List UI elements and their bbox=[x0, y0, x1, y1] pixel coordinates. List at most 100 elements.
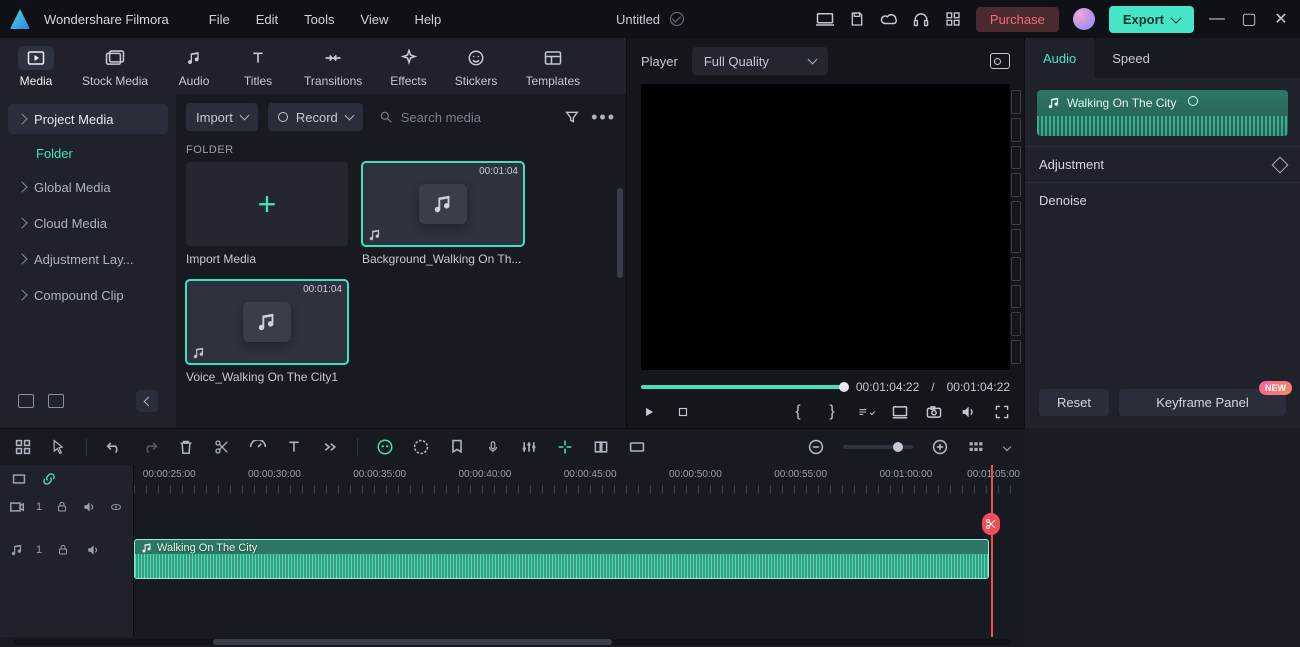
volume-button[interactable] bbox=[960, 404, 976, 420]
timeline-scrollbar[interactable] bbox=[14, 639, 1011, 645]
marker-tool-icon[interactable] bbox=[448, 438, 466, 456]
new-bin-icon[interactable] bbox=[18, 394, 34, 408]
link-icon[interactable] bbox=[40, 470, 58, 488]
more-tools-icon[interactable] bbox=[321, 438, 339, 456]
tab-templates[interactable]: Templates bbox=[525, 46, 580, 88]
sidebar-item-cloud-media[interactable]: Cloud Media bbox=[8, 208, 168, 238]
track-lock-icon[interactable] bbox=[54, 541, 72, 559]
track-manager-icon[interactable] bbox=[14, 438, 32, 456]
video-track-lane[interactable] bbox=[134, 493, 1011, 521]
project-name: Untitled bbox=[616, 12, 660, 27]
zoom-out-icon[interactable] bbox=[807, 438, 825, 456]
split-icon[interactable] bbox=[213, 438, 231, 456]
timeline-ruler[interactable]: 00:00:25:00 00:00:30:00 00:00:35:00 00:0… bbox=[134, 465, 1011, 493]
media-card-background[interactable]: 00:01:04 Background_Walking On Th... bbox=[362, 162, 524, 266]
inspector-tab-speed[interactable]: Speed bbox=[1094, 38, 1168, 78]
capture-button[interactable] bbox=[926, 404, 942, 420]
delete-icon[interactable] bbox=[177, 438, 195, 456]
undo-icon[interactable] bbox=[105, 438, 123, 456]
audio-track-lane[interactable]: Walking On The City bbox=[134, 539, 1011, 579]
close-button[interactable]: ✕ bbox=[1272, 9, 1290, 29]
tab-media[interactable]: Media bbox=[18, 46, 54, 88]
inspector-section-denoise[interactable]: Denoise bbox=[1025, 182, 1300, 218]
text-tool-icon[interactable] bbox=[285, 438, 303, 456]
speed-tool-icon[interactable] bbox=[249, 438, 267, 456]
menu-edit[interactable]: Edit bbox=[256, 12, 278, 27]
export-button[interactable]: Export bbox=[1109, 6, 1194, 33]
track-mute-icon[interactable] bbox=[84, 541, 102, 559]
tab-effects[interactable]: Effects bbox=[390, 46, 426, 88]
menu-file[interactable]: File bbox=[209, 12, 230, 27]
reset-button[interactable]: Reset bbox=[1039, 389, 1109, 416]
filter-icon[interactable] bbox=[563, 108, 581, 126]
snapshot-icon[interactable] bbox=[990, 53, 1010, 69]
tab-stickers[interactable]: Stickers bbox=[455, 46, 498, 88]
marker-list-button[interactable] bbox=[858, 404, 874, 420]
new-folder-icon[interactable] bbox=[48, 394, 64, 408]
menu-help[interactable]: Help bbox=[414, 12, 441, 27]
timeline-options-icon[interactable] bbox=[1003, 438, 1011, 456]
track-visibility-icon[interactable] bbox=[108, 498, 123, 516]
play-button[interactable] bbox=[641, 404, 657, 420]
stop-button[interactable] bbox=[675, 404, 691, 420]
fullscreen-button[interactable] bbox=[994, 404, 1010, 420]
import-media-card[interactable]: + Import Media bbox=[186, 162, 348, 266]
tab-titles[interactable]: Titles bbox=[240, 46, 276, 88]
zoom-fit-icon[interactable] bbox=[967, 438, 985, 456]
sidebar-item-compound-clip[interactable]: Compound Clip bbox=[8, 280, 168, 310]
tab-transitions[interactable]: Transitions bbox=[304, 46, 362, 88]
inspector-section-adjustment[interactable]: Adjustment bbox=[1025, 146, 1300, 182]
cloud-icon[interactable] bbox=[880, 10, 898, 28]
color-tool-icon[interactable] bbox=[412, 438, 430, 456]
zoom-slider[interactable] bbox=[843, 445, 913, 449]
media-card-voice[interactable]: 00:01:04 Voice_Walking On The City1 bbox=[186, 280, 348, 384]
cursor-tool-icon[interactable] bbox=[50, 438, 68, 456]
collapse-sidebar-button[interactable] bbox=[136, 390, 158, 412]
apps-icon[interactable] bbox=[944, 10, 962, 28]
quality-select[interactable]: Full Quality bbox=[692, 47, 828, 75]
sidebar-item-project-media[interactable]: Project Media bbox=[8, 104, 168, 134]
audio-clip[interactable]: Walking On The City bbox=[134, 539, 989, 579]
tab-audio[interactable]: Audio bbox=[176, 46, 212, 88]
keyframe-diamond-icon[interactable] bbox=[1272, 156, 1289, 173]
mark-in-button[interactable]: { bbox=[790, 404, 806, 420]
mark-out-button[interactable]: } bbox=[824, 404, 840, 420]
minimize-button[interactable]: — bbox=[1208, 10, 1226, 28]
sidebar-item-adjustment-layer[interactable]: Adjustment Lay... bbox=[8, 244, 168, 274]
audio-mixer-icon[interactable] bbox=[520, 438, 538, 456]
display-mode-button[interactable] bbox=[892, 404, 908, 420]
playhead-split-handle[interactable] bbox=[982, 513, 1000, 535]
inspector-tab-audio[interactable]: Audio bbox=[1025, 38, 1094, 78]
voiceover-icon[interactable] bbox=[484, 438, 502, 456]
headphones-icon[interactable] bbox=[912, 10, 930, 28]
purchase-button[interactable]: Purchase bbox=[976, 7, 1059, 32]
user-avatar[interactable] bbox=[1073, 8, 1095, 30]
ai-tool-icon[interactable] bbox=[376, 438, 394, 456]
import-dropdown[interactable]: Import bbox=[186, 103, 258, 131]
device-icon[interactable] bbox=[816, 10, 834, 28]
track-options-icon[interactable] bbox=[10, 470, 28, 488]
tab-stock-media[interactable]: Stock Media bbox=[82, 46, 148, 88]
render-preview-icon[interactable] bbox=[628, 438, 646, 456]
selected-clip-chip[interactable]: Walking On The City bbox=[1037, 90, 1288, 136]
playhead[interactable] bbox=[991, 465, 993, 637]
menu-tools[interactable]: Tools bbox=[304, 12, 334, 27]
auto-ripple-icon[interactable] bbox=[556, 438, 574, 456]
track-mute-icon[interactable] bbox=[81, 498, 96, 516]
crop-tool-icon[interactable] bbox=[592, 438, 610, 456]
save-icon[interactable] bbox=[848, 10, 866, 28]
sidebar-item-global-media[interactable]: Global Media bbox=[8, 172, 168, 202]
library-scrollbar[interactable] bbox=[617, 188, 623, 278]
track-lock-icon[interactable] bbox=[54, 498, 69, 516]
menu-view[interactable]: View bbox=[360, 12, 388, 27]
keyframe-panel-button[interactable]: Keyframe Panel NEW bbox=[1119, 389, 1286, 416]
zoom-in-icon[interactable] bbox=[931, 438, 949, 456]
seek-slider[interactable] bbox=[641, 385, 844, 389]
more-icon[interactable]: ••• bbox=[591, 107, 616, 128]
redo-icon[interactable] bbox=[141, 438, 159, 456]
sidebar-item-folder[interactable]: Folder bbox=[8, 140, 168, 166]
maximize-button[interactable]: ▢ bbox=[1240, 9, 1258, 29]
preview-viewport[interactable] bbox=[641, 84, 1010, 370]
record-dropdown[interactable]: Record bbox=[268, 103, 363, 131]
search-input[interactable]: Search media bbox=[373, 103, 553, 131]
